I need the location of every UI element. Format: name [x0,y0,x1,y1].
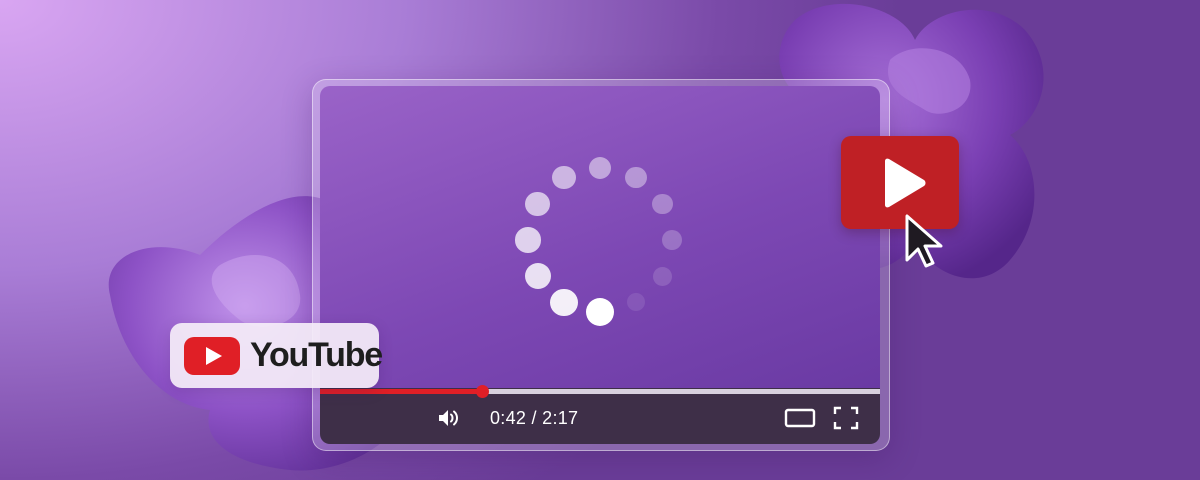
play-icon [885,158,926,208]
spinner-dot [524,262,551,290]
progress-bar[interactable] [320,385,880,398]
spinner-dot [552,165,576,190]
youtube-wordmark: YouTube [250,336,383,374]
spinner-dot [550,288,578,316]
time-display: 0:42 / 2:17 [490,408,579,428]
spinner-dot [515,227,541,253]
fullscreen-icon[interactable] [833,406,859,430]
spinner-dot [625,166,647,189]
spinner-dot [662,230,682,250]
progress-bar-fill [320,389,483,394]
spinner-dot [588,156,612,180]
loading-spinner-icon [510,150,690,330]
cursor-arrow-icon [905,214,943,268]
spinner-dot [651,193,673,215]
theater-mode-icon[interactable] [784,407,816,429]
spinner-dot [525,191,550,217]
video-screen[interactable] [320,86,880,388]
youtube-brand-badge: YouTube [170,323,383,388]
spinner-dot [626,293,646,312]
spinner-dot [652,266,672,286]
hero-illustration: 0:42 / 2:17 YouTube [0,0,1200,480]
volume-icon[interactable] [437,406,461,430]
youtube-logo-icon [184,337,240,375]
spinner-dot [586,298,614,326]
